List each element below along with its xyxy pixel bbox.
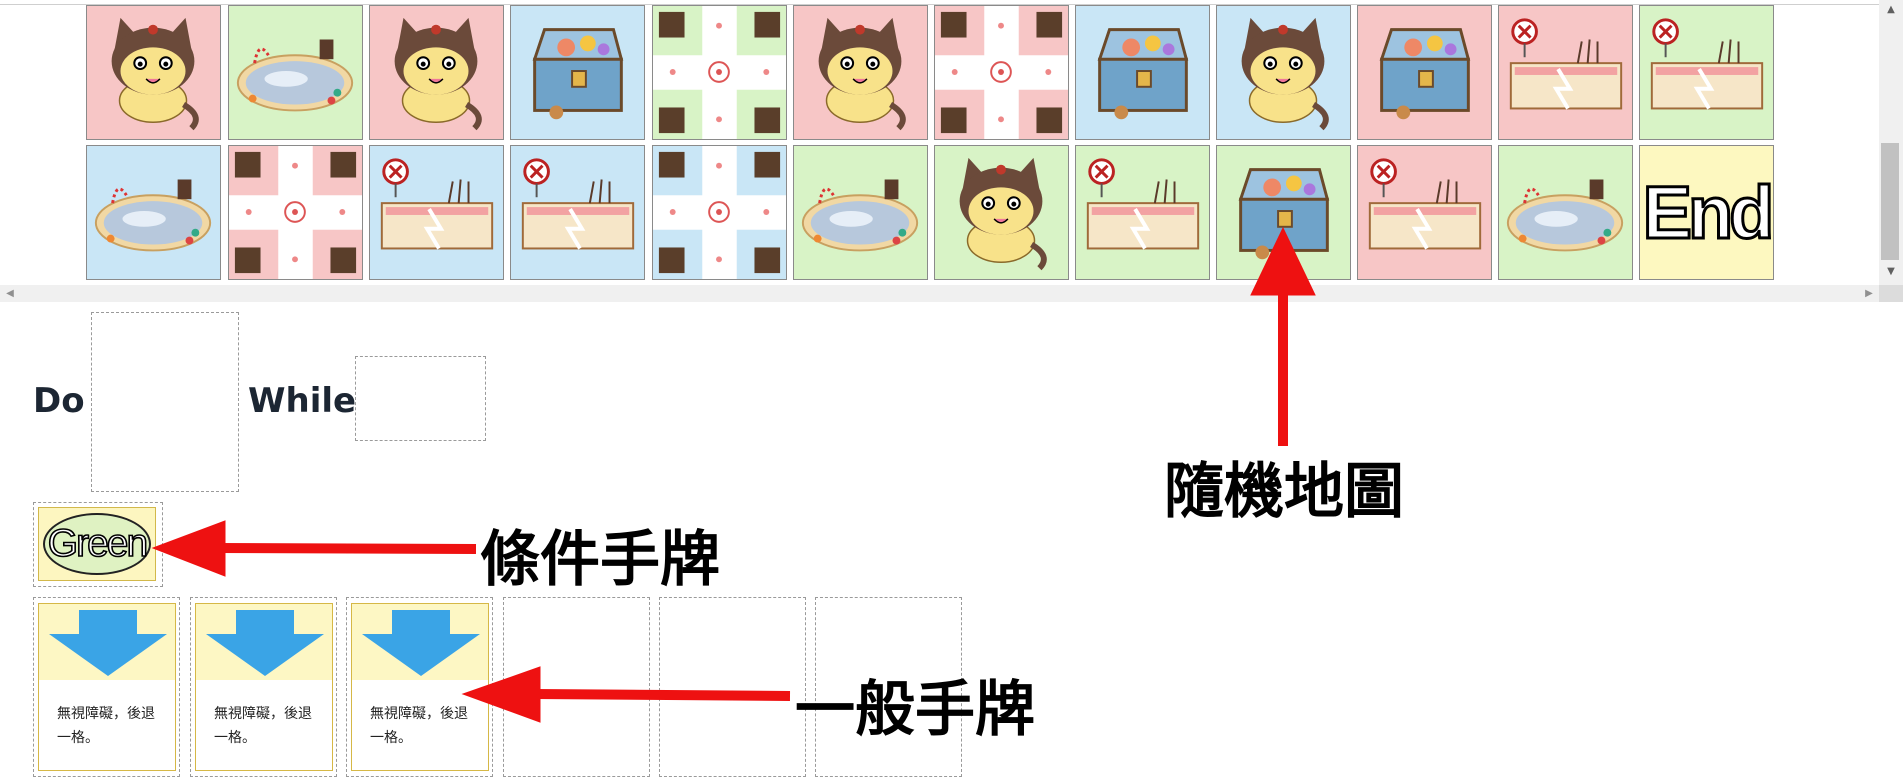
hand-card-1[interactable]: 無視障礙，後退一格。: [38, 603, 176, 771]
cat-icon: [959, 157, 1047, 271]
hand-slot-4[interactable]: [503, 597, 650, 777]
board-tile-chocolate-pool: [793, 145, 928, 280]
hand-card-3[interactable]: 無視障礙，後退一格。: [351, 603, 489, 771]
board-tile-cat: [369, 5, 504, 140]
treasure-chest-icon: [532, 28, 624, 120]
board-tile-chocolate-pool: [1498, 145, 1633, 280]
treasure-chest-icon: [1238, 168, 1330, 260]
board-tile-cross-path: [652, 145, 787, 280]
scroll-left-icon[interactable]: ◀: [3, 287, 17, 300]
while-label: While: [248, 381, 357, 421]
cat-icon: [818, 17, 906, 131]
cat-icon: [111, 17, 199, 131]
hand-card-2[interactable]: 無視障礙，後退一格。: [195, 603, 333, 771]
condition-card-green[interactable]: Green: [38, 507, 156, 581]
hand-card-text: 無視障礙，後退一格。: [57, 706, 155, 746]
random-map-annotation: 隨機地圖: [1164, 457, 1404, 527]
broken-fence-icon: [521, 158, 635, 250]
board-tile-cat: [793, 5, 928, 140]
general-hand-annotation: 一般手牌: [795, 675, 1035, 745]
hand-card-text: 無視障礙，後退一格。: [214, 706, 312, 746]
board-tile-cat: [934, 145, 1069, 280]
while-drop-zone[interactable]: [355, 356, 486, 441]
hand-card-text: 無視障礙，後退一格。: [370, 706, 468, 746]
vertical-scrollbar-thumb[interactable]: [1881, 143, 1899, 260]
game-board: End: [0, 0, 1903, 302]
board-tile-chocolate-pool: [228, 5, 363, 140]
scroll-down-icon[interactable]: ▼: [1883, 266, 1899, 278]
board-tile-broken-fence: [1639, 5, 1774, 140]
board-tile-broken-fence: [1357, 145, 1492, 280]
do-drop-zone[interactable]: [91, 312, 239, 492]
board-tile-cat: [1216, 5, 1351, 140]
board-tile-treasure-chest: [1216, 145, 1351, 280]
board-tile-broken-fence: [510, 145, 645, 280]
board-tile-broken-fence: [369, 145, 504, 280]
board-tile-cross-path: [652, 5, 787, 140]
end-tile-label: End: [1641, 170, 1773, 256]
down-arrow-icon: [206, 610, 324, 676]
cross-path-icon: [653, 146, 786, 279]
board-tile-chocolate-pool: [86, 145, 221, 280]
chocolate-pool-icon: [236, 39, 354, 112]
chocolate-pool-icon: [94, 179, 212, 252]
board-tile-broken-fence: [1075, 145, 1210, 280]
down-arrow-icon: [49, 610, 167, 676]
board-tile-treasure-chest: [1357, 5, 1492, 140]
cross-path-icon: [935, 6, 1068, 139]
board-tile-cat: [86, 5, 221, 140]
cat-icon: [394, 17, 482, 131]
board-tile-treasure-chest: [510, 5, 645, 140]
treasure-chest-icon: [1379, 28, 1471, 120]
treasure-chest-icon: [1097, 28, 1189, 120]
condition-hand-annotation: 條件手牌: [480, 525, 720, 595]
hand-slot-5[interactable]: [659, 597, 806, 777]
broken-fence-icon: [1509, 18, 1623, 110]
cat-icon: [1241, 17, 1329, 131]
scrollbar-corner: [1879, 285, 1903, 302]
chocolate-pool-icon: [801, 179, 919, 252]
board-tile-cross-path: [934, 5, 1069, 140]
broken-fence-icon: [380, 158, 494, 250]
horizontal-scrollbar[interactable]: [0, 285, 1879, 302]
cross-path-icon: [229, 146, 362, 279]
board-tile-treasure-chest: [1075, 5, 1210, 140]
condition-card-label: Green: [43, 513, 151, 575]
board-tile-cross-path: [228, 145, 363, 280]
cross-path-icon: [653, 6, 786, 139]
board-tile-end-tile: End: [1639, 145, 1774, 280]
scroll-right-icon[interactable]: ▶: [1862, 287, 1876, 300]
broken-fence-icon: [1086, 158, 1200, 250]
board-tile-broken-fence: [1498, 5, 1633, 140]
broken-fence-icon: [1368, 158, 1482, 250]
scroll-up-icon[interactable]: ▲: [1883, 4, 1899, 16]
do-label: Do: [33, 381, 85, 421]
broken-fence-icon: [1650, 18, 1764, 110]
down-arrow-icon: [362, 610, 480, 676]
chocolate-pool-icon: [1506, 179, 1624, 252]
